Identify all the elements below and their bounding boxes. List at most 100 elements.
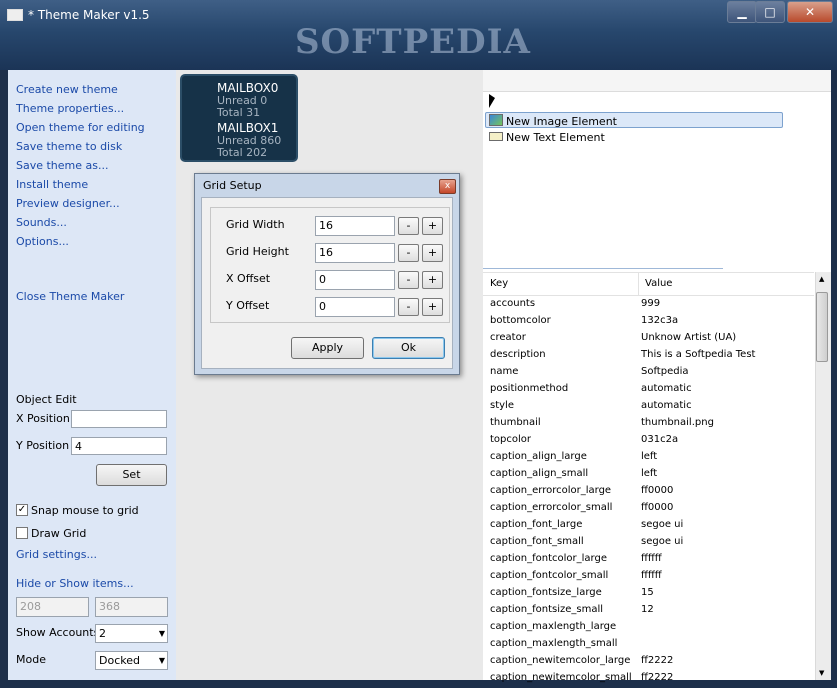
table-row[interactable]: caption_fontcolor_small ffffff xyxy=(483,569,814,586)
grid-width-decrement-button[interactable]: - xyxy=(398,217,419,235)
menu-create-new-theme[interactable]: Create new theme xyxy=(16,83,118,96)
minimize-button[interactable]: ▁ xyxy=(727,1,757,23)
property-key: bottomcolor xyxy=(490,315,551,326)
table-row[interactable]: caption_maxlength_small xyxy=(483,637,814,654)
grid-height-input[interactable]: 16 xyxy=(315,243,395,263)
table-row[interactable]: caption_fontcolor_large ffffff xyxy=(483,552,814,569)
table-row[interactable]: caption_align_large left xyxy=(483,450,814,467)
grid-width-increment-button[interactable]: + xyxy=(422,217,443,235)
dialog-title: Grid Setup xyxy=(203,179,262,192)
property-value: ff0000 xyxy=(641,502,674,513)
width-input[interactable]: 208 xyxy=(16,597,89,617)
table-row[interactable]: accounts 999 xyxy=(483,297,814,314)
mailbox-preview[interactable]: MAILBOX0 Unread 0 Total 31 MAILBOX1 Unre… xyxy=(180,74,298,162)
dialog-close-button[interactable]: x xyxy=(439,179,456,194)
tree-item-text-element[interactable]: New Text Element xyxy=(489,131,605,144)
scrollbar-thumb[interactable] xyxy=(816,292,828,362)
property-value: ff2222 xyxy=(641,655,674,666)
property-value: ff2222 xyxy=(641,672,674,683)
property-table-header: Key Value xyxy=(483,272,814,296)
menu-install-theme[interactable]: Install theme xyxy=(16,178,88,191)
x-offset-label: X Offset xyxy=(226,272,271,285)
x-offset-input[interactable]: 0 xyxy=(315,270,395,290)
menu-save-theme[interactable]: Save theme to disk xyxy=(16,140,122,153)
table-row[interactable]: caption_font_large segoe ui xyxy=(483,518,814,535)
tree-item-label: New Image Element xyxy=(506,115,617,128)
y-offset-decrement-button[interactable]: - xyxy=(398,298,419,316)
set-button[interactable]: Set xyxy=(96,464,167,486)
key-column-header[interactable]: Key xyxy=(490,278,508,289)
ok-button[interactable]: Ok xyxy=(372,337,445,359)
table-row[interactable]: name Softpedia xyxy=(483,365,814,382)
chevron-down-icon: ▼ xyxy=(158,656,165,665)
watermark: SOFTPEDIA xyxy=(295,22,531,62)
grid-height-increment-button[interactable]: + xyxy=(422,244,443,262)
snap-to-grid-checkbox[interactable]: ✓ xyxy=(16,504,28,516)
dialog-body: Grid Width 16 - + Grid Height 16 - + X O… xyxy=(201,197,453,369)
draw-grid-checkbox[interactable] xyxy=(16,527,28,539)
table-row[interactable]: caption_font_small segoe ui xyxy=(483,535,814,552)
table-row[interactable]: caption_newitemcolor_small ff2222 xyxy=(483,671,814,688)
table-row[interactable]: style automatic xyxy=(483,399,814,416)
x-offset-increment-button[interactable]: + xyxy=(422,271,443,289)
menu-preview-designer[interactable]: Preview designer... xyxy=(16,197,120,210)
y-position-label: Y Position xyxy=(16,439,70,452)
table-row[interactable]: bottomcolor 132c3a xyxy=(483,314,814,331)
property-value: segoe ui xyxy=(641,519,684,530)
menu-options[interactable]: Options... xyxy=(16,235,69,248)
x-offset-decrement-button[interactable]: - xyxy=(398,271,419,289)
table-row[interactable]: caption_errorcolor_large ff0000 xyxy=(483,484,814,501)
mode-label: Mode xyxy=(16,653,46,666)
table-row[interactable]: caption_fontsize_small 12 xyxy=(483,603,814,620)
show-accounts-select[interactable]: 2 ▼ xyxy=(95,624,168,643)
mailbox-name: MAILBOX1 xyxy=(217,121,279,135)
menu-open-theme[interactable]: Open theme for editing xyxy=(16,121,145,134)
y-position-input[interactable]: 4 xyxy=(71,437,167,455)
property-key: caption_newitemcolor_small xyxy=(490,672,632,683)
table-row[interactable]: caption_newitemcolor_large ff2222 xyxy=(483,654,814,671)
table-row[interactable]: positionmethod automatic xyxy=(483,382,814,399)
snap-to-grid-label: Snap mouse to grid xyxy=(31,504,139,517)
table-row[interactable]: caption_maxlength_large xyxy=(483,620,814,637)
table-row[interactable]: caption_align_small left xyxy=(483,467,814,484)
grid-width-input[interactable]: 16 xyxy=(315,216,395,236)
grid-settings-link[interactable]: Grid settings... xyxy=(16,548,97,561)
image-icon xyxy=(489,114,503,126)
tree-item-image-element[interactable]: New Image Element xyxy=(489,114,617,128)
grid-width-label: Grid Width xyxy=(226,218,285,231)
mailbox-total: Total 202 xyxy=(217,146,268,159)
property-key: caption_font_small xyxy=(490,536,584,547)
table-row[interactable]: description This is a Softpedia Test xyxy=(483,348,814,365)
property-key: caption_newitemcolor_large xyxy=(490,655,631,666)
close-theme-maker-link[interactable]: Close Theme Maker xyxy=(16,290,124,303)
maximize-button[interactable]: □ xyxy=(755,1,785,23)
property-value: 132c3a xyxy=(641,315,679,326)
menu-sounds[interactable]: Sounds... xyxy=(16,216,67,229)
window-title: * Theme Maker v1.5 xyxy=(28,8,150,22)
menu-save-theme-as[interactable]: Save theme as... xyxy=(16,159,109,172)
apply-button[interactable]: Apply xyxy=(291,337,364,359)
table-row[interactable]: creator Unknow Artist (UA) xyxy=(483,331,814,348)
y-offset-input[interactable]: 0 xyxy=(315,297,395,317)
value-column-header[interactable]: Value xyxy=(645,278,672,289)
mode-select[interactable]: Docked ▼ xyxy=(95,651,168,670)
table-row[interactable]: caption_errorcolor_small ff0000 xyxy=(483,501,814,518)
chevron-down-icon: ▼ xyxy=(158,629,165,638)
property-value: left xyxy=(641,468,658,479)
y-offset-label: Y Offset xyxy=(226,299,270,312)
scroll-up-icon[interactable]: ▲ xyxy=(819,275,824,283)
menu-theme-properties[interactable]: Theme properties... xyxy=(16,102,124,115)
property-value: Softpedia xyxy=(641,366,689,377)
close-window-button[interactable]: ✕ xyxy=(787,1,833,23)
grid-height-decrement-button[interactable]: - xyxy=(398,244,419,262)
hide-show-items-link[interactable]: Hide or Show items... xyxy=(16,577,134,590)
column-divider[interactable] xyxy=(638,273,639,295)
table-row[interactable]: topcolor 031c2a xyxy=(483,433,814,450)
table-row[interactable]: caption_fontsize_large 15 xyxy=(483,586,814,603)
y-offset-increment-button[interactable]: + xyxy=(422,298,443,316)
table-row[interactable]: thumbnail thumbnail.png xyxy=(483,416,814,433)
x-position-input[interactable] xyxy=(71,410,167,428)
splitter[interactable] xyxy=(483,268,723,269)
height-input[interactable]: 368 xyxy=(95,597,168,617)
scroll-down-icon[interactable]: ▼ xyxy=(819,669,824,677)
